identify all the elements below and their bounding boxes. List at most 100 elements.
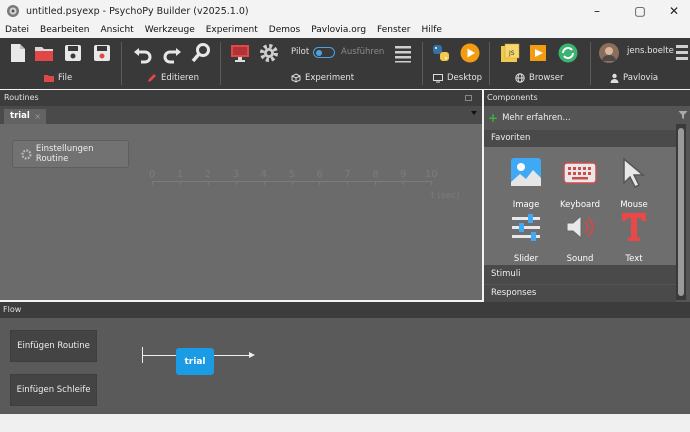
save-as-icon[interactable] (91, 42, 113, 64)
monitor-icon[interactable] (229, 42, 251, 64)
menu-bearbeiten[interactable]: Bearbeiten (40, 25, 89, 35)
run-online-icon[interactable] (527, 42, 549, 64)
toolbar-separator (220, 42, 221, 85)
flow-arrow-icon (249, 352, 255, 358)
component-slider[interactable]: Slider (504, 209, 548, 269)
panel-restore-icon[interactable] (465, 95, 472, 101)
tab-trial[interactable]: trial × (4, 109, 46, 124)
timeline-unit-label: t (sec) (431, 191, 460, 201)
psychopy-app-icon (7, 5, 19, 17)
experiment-group-label: Experiment (291, 73, 354, 83)
favorites-category[interactable]: Favoriten (484, 130, 676, 147)
timeline-tick (235, 181, 237, 185)
timeline-tick-label: 7 (344, 169, 351, 180)
desktop-icon (433, 73, 443, 82)
timeline-tick (207, 181, 209, 185)
pavlovia-project-icon[interactable] (674, 42, 690, 64)
menu-werkzeuge[interactable]: Werkzeuge (145, 25, 195, 35)
experiment-label: Experiment (305, 73, 355, 83)
component-keyboard[interactable]: Keyboard (558, 155, 602, 215)
toolbar-separator (489, 42, 490, 85)
cube-icon (291, 73, 301, 83)
learn-more-link[interactable]: + Mehr erfahren... (484, 110, 680, 126)
run-experiment-icon[interactable] (459, 42, 481, 64)
toolbar-separator (590, 42, 591, 85)
file-group-label: File (44, 73, 72, 83)
timeline-tick-label: 1 (176, 169, 184, 180)
gear-icon[interactable] (258, 42, 280, 64)
sync-icon[interactable] (557, 42, 579, 64)
js-compile-icon[interactable]: JS (499, 42, 521, 64)
sound-icon (566, 214, 594, 240)
minimize-button[interactable]: – (574, 0, 620, 22)
menu-experiment[interactable]: Experiment (206, 25, 258, 35)
save-icon[interactable] (62, 42, 84, 64)
menu-hilfe[interactable]: Hilfe (421, 25, 441, 35)
favorites-label: Favoriten (491, 133, 531, 143)
components-title: Components (487, 93, 538, 102)
minimize-icon: – (594, 4, 600, 18)
learn-more-label: Mehr erfahren... (502, 113, 571, 123)
stimuli-label: Stimuli (491, 269, 521, 279)
timeline-tick (319, 181, 321, 185)
components-scrollbar[interactable] (676, 124, 686, 300)
text-icon (622, 213, 646, 241)
flow-routine-label: trial (184, 356, 206, 367)
window-title: untitled.psyexp - PsychoPy Builder (v202… (26, 5, 249, 17)
routine-settings-button[interactable]: Einstellungen Routine (12, 140, 129, 168)
pencil-icon (148, 74, 156, 82)
menu-fenster[interactable]: Fenster (377, 25, 410, 35)
insert-routine-button[interactable]: Einfügen Routine (10, 330, 97, 362)
insert-routine-label: Einfügen Routine (17, 341, 90, 351)
component-mouse[interactable]: Mouse (612, 155, 656, 215)
component-text[interactable]: Text (612, 209, 656, 269)
timeline-tick-label: 3 (232, 169, 240, 180)
timeline-tick (347, 181, 349, 185)
edit-label: Editieren (161, 73, 199, 83)
close-tab-icon[interactable]: × (34, 109, 41, 124)
menu-pavlovia[interactable]: Pavlovia.org (311, 25, 366, 35)
chevron-down-icon[interactable] (471, 111, 477, 115)
menu-datei[interactable]: Datei (5, 25, 29, 35)
open-folder-icon[interactable] (33, 42, 55, 64)
stimuli-category[interactable]: Stimuli (484, 265, 676, 284)
mouse-icon (623, 157, 646, 189)
desktop-group-label: Desktop (433, 73, 482, 83)
routine-settings-label: Einstellungen Routine (35, 144, 94, 164)
desktop-label: Desktop (447, 73, 483, 83)
undo-icon[interactable] (132, 42, 154, 64)
toolbar-separator (121, 42, 122, 85)
responses-label: Responses (491, 288, 537, 298)
timeline-tick-label: 8 (372, 169, 379, 180)
flow-routine-trial[interactable]: trial (176, 348, 214, 375)
close-icon: ✕ (668, 4, 680, 18)
component-text-label: Text (625, 254, 643, 264)
component-slider-label: Slider (513, 254, 539, 264)
component-sound[interactable]: Sound (558, 209, 602, 269)
python-icon[interactable] (430, 42, 452, 64)
user-name[interactable]: jens.boelte (627, 46, 674, 56)
component-image[interactable]: Image (504, 155, 548, 215)
search-icon[interactable] (190, 42, 212, 64)
scrollbar-thumb[interactable] (678, 128, 684, 296)
insert-loop-button[interactable]: Einfügen Schleife (10, 374, 97, 406)
list-icon[interactable] (392, 42, 414, 64)
run-mode-label: Ausführen (341, 47, 385, 57)
close-window-button[interactable]: ✕ (651, 0, 690, 22)
timeline-tick-label: 5 (288, 169, 295, 180)
image-icon (511, 158, 541, 186)
menu-ansicht[interactable]: Ansicht (100, 25, 133, 35)
new-file-icon[interactable] (7, 42, 29, 64)
toolbar-separator (422, 42, 423, 85)
redo-icon[interactable] (161, 42, 183, 64)
responses-category[interactable]: Responses (484, 285, 676, 302)
timeline-tick (291, 181, 293, 185)
pilot-run-toggle[interactable] (313, 47, 335, 58)
avatar[interactable] (598, 42, 620, 64)
maximize-icon: ▢ (634, 4, 646, 18)
filter-icon[interactable] (678, 110, 688, 120)
timeline-tick-label: 0 (149, 169, 156, 180)
browser-label: Browser (529, 73, 564, 83)
menu-demos[interactable]: Demos (269, 25, 300, 35)
timeline-tick (375, 181, 377, 185)
